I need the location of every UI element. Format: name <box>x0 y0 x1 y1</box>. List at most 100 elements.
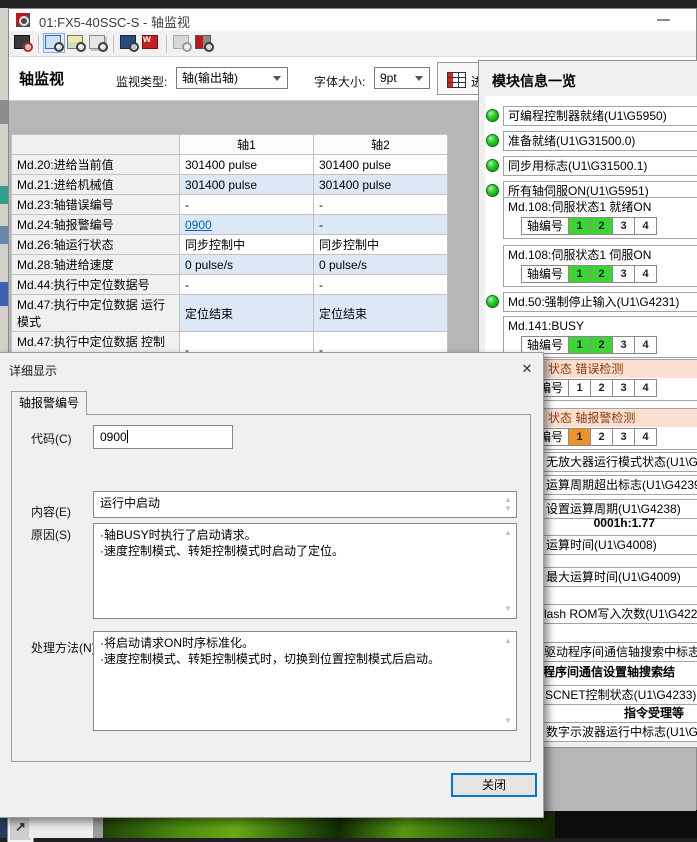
cell-axis2: 同步控制中 <box>314 235 448 255</box>
axis-1-status-cell: 1 <box>569 428 591 446</box>
app-icon <box>16 13 30 27</box>
minimize-button[interactable] <box>657 19 670 21</box>
axis-monitor-dark-icon[interactable] <box>13 34 33 52</box>
table-row: Md.20:进给当前值301400 pulse301400 pulse <box>12 155 448 175</box>
device-monitor-icon[interactable] <box>119 34 139 52</box>
remedy-lines: ·将启动请求ON时序标准化。·速度控制模式、转矩控制模式时，切换到位置控制模式后… <box>100 635 496 667</box>
content-label: 内容(E) <box>31 503 71 520</box>
group-title: Md.141:BUSY <box>504 317 697 335</box>
status-led-icon <box>486 134 499 147</box>
table-row: Md.28:轴进给速度0 pulse/s0 pulse/s <box>12 255 448 275</box>
cell-axis1: 同步控制中 <box>180 235 314 255</box>
text-line: ·速度控制模式、转矩控制模式时，切换到位置控制模式后启动。 <box>100 651 496 667</box>
close-icon[interactable]: ✕ <box>515 358 539 380</box>
background-window-fragment <box>0 100 8 124</box>
axis-3-status-cell: 3 <box>613 265 635 283</box>
axis-2-status-cell: 2 <box>591 265 613 283</box>
status-led-icon <box>486 184 499 197</box>
axis-number-label: 轴编号 <box>521 217 569 235</box>
scroll-down-icon[interactable]: ▼ <box>504 505 512 513</box>
monitor-window-icon[interactable] <box>44 34 64 52</box>
edit-window-icon[interactable] <box>66 34 86 52</box>
table-row: Md.26:轴运行状态同步控制中同步控制中 <box>12 235 448 255</box>
background-window-fragment <box>0 186 8 204</box>
module-status-item: 可编程控制器就绪(U1\G5950) <box>503 106 697 126</box>
axis-1-status-cell: 1 <box>569 336 591 354</box>
font-size-label: 字体大小: <box>314 73 365 90</box>
axis-2-status-cell: 2 <box>591 336 613 354</box>
cell-axis2: - <box>314 195 448 215</box>
table-icon <box>447 72 466 88</box>
cell-axis2: 301400 pulse <box>314 155 448 175</box>
axis-4-status-cell: 4 <box>635 265 657 283</box>
dialog-title: 详细显示 <box>9 362 57 379</box>
cell-axis1: 301400 pulse <box>180 155 314 175</box>
toolbar-separator <box>38 35 39 53</box>
table-row: Md.44:执行中定位数据号-- <box>12 275 448 295</box>
background-window-bottom <box>29 818 93 838</box>
remedy-label: 处理方法(N) <box>31 639 96 656</box>
tab-axis-warning-number[interactable]: 轴报警编号 <box>11 391 87 415</box>
code-input[interactable]: 0900 <box>93 425 233 449</box>
table-row: Md.47:执行中定位数据 运行模式定位结束定位结束 <box>12 295 448 332</box>
axis-3-status-cell: 3 <box>613 336 635 354</box>
chevron-down-icon <box>273 76 281 81</box>
row-label: Md.24:轴报警编号 <box>12 215 180 235</box>
cell-axis2: - <box>314 275 448 295</box>
status-led-icon <box>486 295 499 308</box>
status-led-icon <box>486 109 499 122</box>
axis-number-row: 轴编号1234 <box>521 428 697 446</box>
cell-axis1: 301400 pulse <box>180 175 314 195</box>
monitor-type-label: 监视类型: <box>116 73 167 90</box>
desktop-top-strip <box>0 0 697 8</box>
table-row: Md.23:轴错误编号-- <box>12 195 448 215</box>
module-status-item: 同步用标志(U1\G31500.1) <box>503 156 697 176</box>
code-value: 0900 <box>100 430 127 444</box>
scroll-up-icon[interactable]: ▲ <box>504 529 512 537</box>
content-textbox[interactable]: 运行中启动 ▲ ▼ <box>93 491 517 518</box>
scroll-up-icon[interactable]: ▲ <box>504 637 512 645</box>
text-line: ·将启动请求ON时序标准化。 <box>100 635 496 651</box>
pane-heading: 轴监视 <box>19 68 64 89</box>
axis-monitor-table: 轴1轴2Md.20:进给当前值301400 pulse301400 pulseM… <box>11 134 448 369</box>
scroll-down-icon[interactable]: ▼ <box>504 717 512 725</box>
cell-axis2: 0 pulse/s <box>314 255 448 275</box>
axis-3-status-cell: 3 <box>613 428 635 446</box>
waveform-monitor-icon[interactable]: w <box>141 34 161 52</box>
scroll-up-icon[interactable]: ▲ <box>504 496 512 504</box>
toolbar: w <box>9 31 696 57</box>
copy-window-icon[interactable] <box>88 34 108 52</box>
cell-axis1: 0900 <box>180 215 314 235</box>
axis-2-status-cell: 2 <box>591 428 613 446</box>
module-status-item: Md.50:强制停止输入(U1\G4231) <box>503 292 697 312</box>
toolbar-separator <box>113 35 114 53</box>
cause-textbox[interactable]: ·轴BUSY时执行了启动请求。·速度控制模式、转矩控制模式时启动了定位。 ▲ ▼ <box>93 523 517 619</box>
text-line: ·速度控制模式、转矩控制模式时启动了定位。 <box>100 543 496 559</box>
text-line: ·轴BUSY时执行了启动请求。 <box>100 527 496 543</box>
font-size-select[interactable]: 9pt <box>374 67 430 89</box>
axis-4-status-cell: 4 <box>635 379 657 397</box>
module-search-icon[interactable] <box>194 34 214 52</box>
axis-column-header: 轴1 <box>180 135 314 155</box>
cell-axis2: 定位结束 <box>314 295 448 332</box>
group-title: Md.108:伺服状态1 伺服ON <box>504 246 697 264</box>
background-window-fragment <box>0 282 8 306</box>
close-button[interactable]: 关闭 <box>451 773 537 797</box>
axis-2-status-cell: 2 <box>591 217 613 235</box>
axis-1-status-cell: 1 <box>569 379 591 397</box>
axis-3-status-cell: 3 <box>613 217 635 235</box>
snapshot-disabled-icon[interactable] <box>172 34 192 52</box>
warning-number-link[interactable]: 0900 <box>185 218 212 232</box>
row-label: Md.23:轴错误编号 <box>12 195 180 215</box>
axis-column-header: 轴2 <box>314 135 448 155</box>
corner-header <box>12 135 180 155</box>
remedy-textbox[interactable]: ·将启动请求ON时序标准化。·速度控制模式、转矩控制模式时，切换到位置控制模式后… <box>93 631 517 731</box>
axis-3-status-cell: 3 <box>613 379 635 397</box>
scroll-down-icon[interactable]: ▼ <box>504 605 512 613</box>
axis-1-status-cell: 1 <box>569 265 591 283</box>
row-label: Md.20:进给当前值 <box>12 155 180 175</box>
toolbar-separator <box>166 35 167 53</box>
axis-number-row: 轴编号1234 <box>521 336 697 354</box>
monitor-type-select[interactable]: 轴(输出轴) <box>176 67 288 89</box>
axis-number-row: 轴编号1234 <box>521 217 697 235</box>
